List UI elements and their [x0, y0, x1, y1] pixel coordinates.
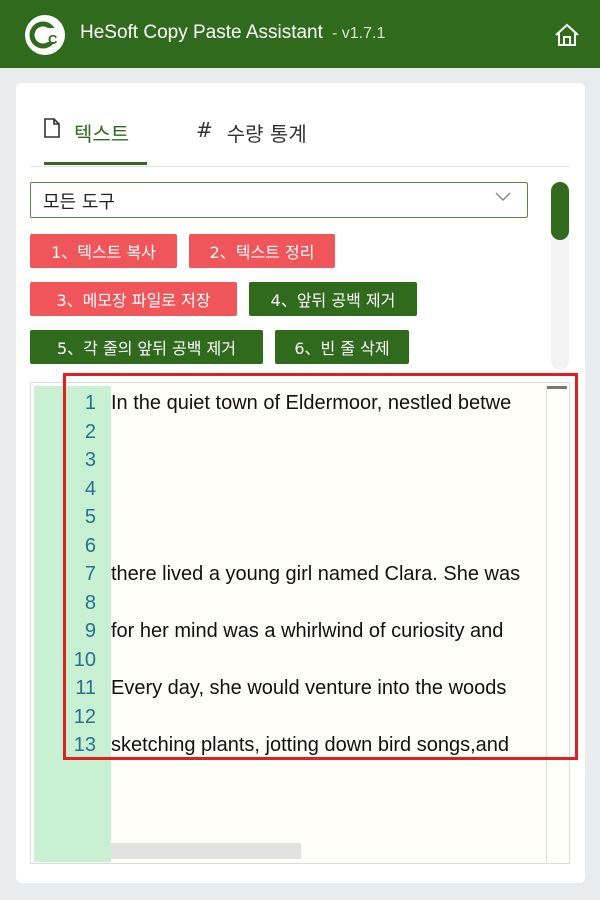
line-number: 11: [75, 677, 96, 699]
save-notepad-button[interactable]: 3、메모장 파일로 저장: [30, 282, 237, 316]
clean-text-button-label: 2、텍스트 정리: [209, 243, 315, 262]
line-number: 13: [73, 734, 96, 756]
tab-text[interactable]: 텍스트: [44, 118, 129, 166]
tab-stats-label: 수량 통계: [226, 122, 307, 146]
editor-line: for her mind was a whirlwind of curiosit…: [111, 620, 504, 642]
logo-icon: C: [25, 15, 65, 55]
tab-divider: [30, 166, 570, 167]
line-number: 12: [73, 705, 96, 728]
app-version: - v1.7.1: [332, 25, 386, 42]
copy-text-button[interactable]: 1、텍스트 복사: [30, 234, 177, 268]
copy-text-button-label: 1、텍스트 복사: [51, 243, 156, 262]
tab-stats[interactable]: # 수량 통계: [196, 118, 307, 166]
line-number: 2: [84, 420, 96, 443]
title-bar: C HeSoft Copy Paste Assistant - v1.7.1: [0, 0, 600, 68]
delete-empty-lines-button[interactable]: 6、빈 줄 삭제: [275, 330, 409, 364]
line-number: 4: [84, 477, 96, 500]
editor-line: there lived a young girl named Clara. Sh…: [111, 563, 521, 585]
editor-vertical-scrollbar[interactable]: [546, 386, 547, 862]
line-numbers: 1 2 3 4 5 6 7 8 9 10 11 12 13: [34, 389, 96, 760]
tools-scrollbar-thumb[interactable]: [551, 182, 569, 240]
editor-horizontal-scrollbar[interactable]: [111, 843, 301, 859]
line-number: 1: [84, 392, 96, 414]
document-icon: [44, 118, 60, 138]
line-number: 5: [84, 506, 96, 528]
editor-vertical-scroll-thumb[interactable]: [547, 386, 567, 389]
text-editor[interactable]: 1 2 3 4 5 6 7 8 9 10 11 12 13 In the qui…: [30, 382, 570, 864]
line-number: 8: [84, 591, 96, 614]
line-number: 6: [84, 534, 96, 557]
chevron-down-icon: [495, 192, 511, 202]
app-title: HeSoft Copy Paste Assistant: [80, 22, 323, 43]
line-number: 7: [84, 563, 96, 585]
editor-line: sketching plants, jotting down bird song…: [111, 734, 510, 756]
save-notepad-button-label: 3、메모장 파일로 저장: [56, 291, 211, 310]
active-tab-indicator: [44, 162, 147, 165]
tool-select[interactable]: 모든 도구: [30, 182, 528, 218]
trim-spaces-button-label: 4、앞뒤 공백 제거: [270, 291, 396, 310]
home-icon[interactable]: [553, 22, 581, 48]
delete-empty-lines-button-label: 6、빈 줄 삭제: [294, 339, 390, 358]
line-number: 10: [73, 648, 96, 671]
tool-select-value: 모든 도구: [43, 192, 115, 213]
trim-each-line-button-label: 5、각 줄의 앞뒤 공백 제거: [56, 339, 236, 358]
editor-line: In the quiet town of Eldermoor, nestled …: [111, 392, 512, 414]
trim-each-line-button[interactable]: 5、각 줄의 앞뒤 공백 제거: [30, 330, 263, 364]
line-number: 9: [84, 620, 96, 642]
editor-text[interactable]: In the quiet town of Eldermoor, nestled …: [111, 389, 551, 760]
trim-spaces-button[interactable]: 4、앞뒤 공백 제거: [249, 282, 417, 316]
editor-line: Every day, she would venture into the wo…: [111, 677, 507, 699]
hash-icon: #: [196, 118, 213, 142]
tab-text-label: 텍스트: [74, 122, 130, 146]
clean-text-button[interactable]: 2、텍스트 정리: [189, 234, 335, 268]
line-number: 3: [84, 449, 96, 471]
svg-text:C: C: [48, 32, 58, 47]
